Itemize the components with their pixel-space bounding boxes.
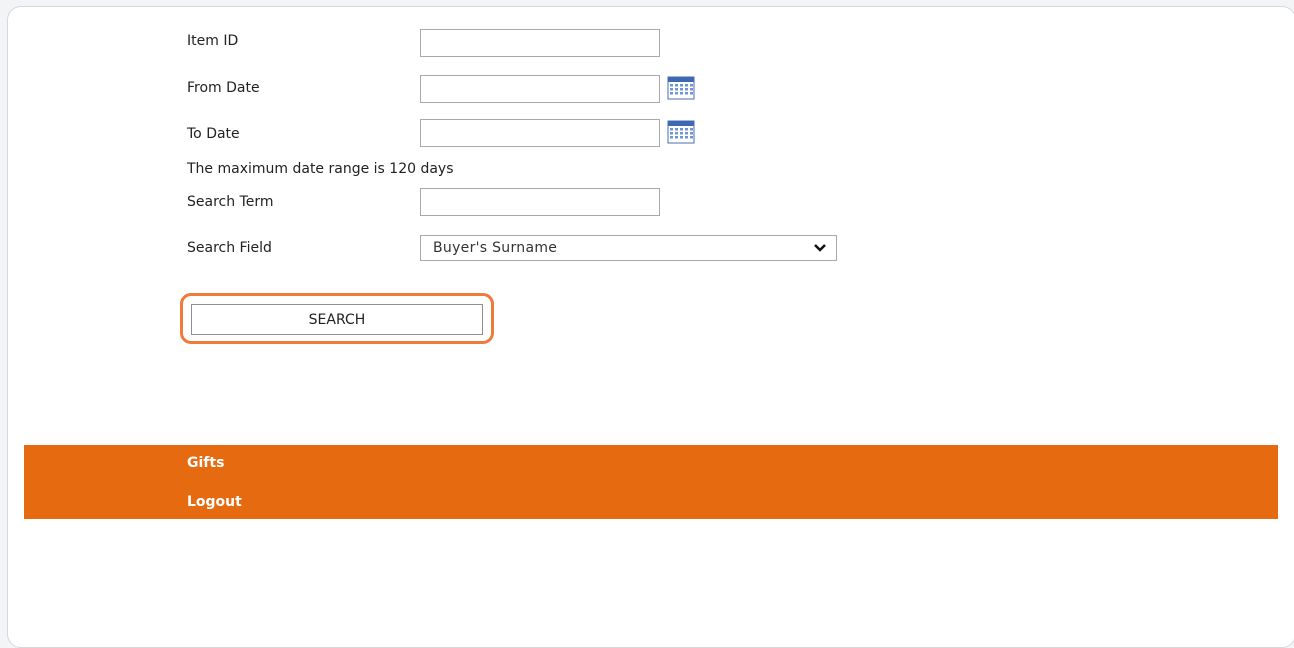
search-term-input[interactable]	[420, 188, 660, 216]
footer-bar: Gifts Logout	[24, 445, 1278, 519]
item-id-input[interactable]	[420, 29, 660, 57]
footer-link-gifts[interactable]: Gifts	[187, 455, 224, 471]
calendar-icon[interactable]	[667, 120, 695, 144]
search-field-select[interactable]: Buyer's Surname	[420, 235, 837, 261]
search-term-label: Search Term	[187, 194, 274, 210]
calendar-icon[interactable]	[667, 76, 695, 100]
to-date-label: To Date	[187, 126, 240, 142]
item-id-label: Item ID	[187, 33, 239, 49]
footer-link-logout[interactable]: Logout	[187, 494, 242, 510]
from-date-input[interactable]	[420, 75, 660, 103]
search-button[interactable]: SEARCH	[191, 304, 483, 335]
from-date-label: From Date	[187, 80, 260, 96]
to-date-input[interactable]	[420, 119, 660, 147]
chevron-down-icon	[814, 244, 826, 252]
search-field-label: Search Field	[187, 240, 272, 256]
search-field-selected-value: Buyer's Surname	[433, 240, 558, 256]
date-range-note: The maximum date range is 120 days	[187, 161, 454, 177]
